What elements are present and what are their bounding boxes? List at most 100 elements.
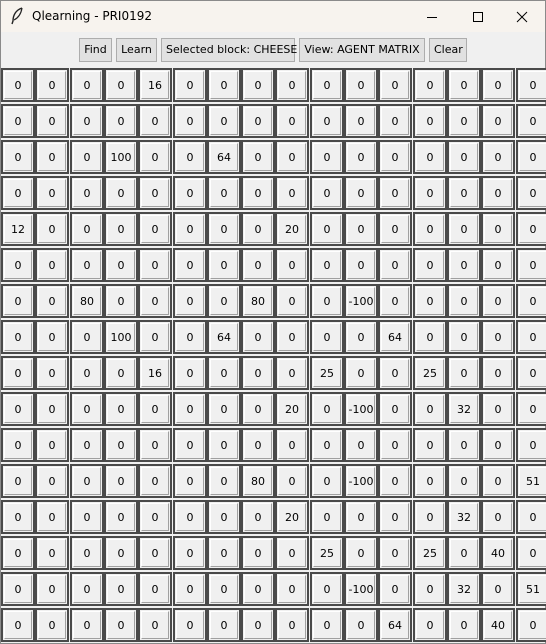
grid-cell[interactable]: 0	[207, 428, 241, 462]
grid-cell[interactable]: 51	[516, 572, 546, 606]
grid-cell[interactable]: 0	[241, 500, 275, 534]
grid-cell[interactable]: 0	[173, 104, 207, 138]
grid-cell[interactable]: 0	[1, 284, 35, 318]
grid-cell[interactable]: 0	[241, 68, 275, 102]
grid-cell[interactable]: 0	[207, 212, 241, 246]
grid-cell[interactable]: 0	[516, 140, 546, 174]
learn-button[interactable]: Learn	[116, 38, 157, 62]
grid-cell[interactable]: 0	[344, 140, 378, 174]
grid-cell[interactable]: 0	[413, 320, 447, 354]
grid-cell[interactable]: 0	[310, 248, 344, 282]
grid-cell[interactable]: 0	[1, 500, 35, 534]
grid-cell[interactable]: 0	[378, 464, 412, 498]
grid-cell[interactable]: 0	[481, 140, 515, 174]
grid-cell[interactable]: 0	[207, 464, 241, 498]
grid-cell[interactable]: 0	[516, 536, 546, 570]
grid-cell[interactable]: 0	[516, 284, 546, 318]
grid-cell[interactable]: 0	[516, 428, 546, 462]
grid-cell[interactable]: 0	[413, 140, 447, 174]
grid-cell[interactable]: 0	[275, 176, 309, 210]
grid-cell[interactable]: 0	[207, 176, 241, 210]
grid-cell[interactable]: 0	[173, 608, 207, 642]
grid-cell[interactable]: 0	[207, 284, 241, 318]
grid-cell[interactable]: 0	[413, 392, 447, 426]
grid-cell[interactable]: 0	[275, 248, 309, 282]
grid-cell[interactable]: 0	[447, 320, 481, 354]
close-button[interactable]	[499, 1, 545, 32]
grid-cell[interactable]: 0	[70, 500, 104, 534]
grid-cell[interactable]: 0	[310, 176, 344, 210]
grid-cell[interactable]: 0	[138, 140, 172, 174]
grid-cell[interactable]: 0	[207, 500, 241, 534]
grid-cell[interactable]: -100	[344, 572, 378, 606]
grid-cell[interactable]: 0	[173, 572, 207, 606]
grid-cell[interactable]: 0	[1, 608, 35, 642]
grid-cell[interactable]: 0	[310, 464, 344, 498]
grid-cell[interactable]: 0	[104, 500, 138, 534]
grid-cell[interactable]: 0	[104, 356, 138, 390]
grid-cell[interactable]: 0	[481, 500, 515, 534]
grid-cell[interactable]: 0	[516, 176, 546, 210]
grid-cell[interactable]: 0	[481, 68, 515, 102]
grid-cell[interactable]: -100	[344, 464, 378, 498]
grid-cell[interactable]: 0	[173, 248, 207, 282]
grid-cell[interactable]: 0	[1, 572, 35, 606]
grid-cell[interactable]: 0	[344, 500, 378, 534]
grid-cell[interactable]: 32	[447, 392, 481, 426]
grid-cell[interactable]: 0	[173, 464, 207, 498]
grid-cell[interactable]: 0	[35, 140, 69, 174]
view-button[interactable]: View: AGENT MATRIX	[299, 38, 425, 62]
grid-cell[interactable]: 0	[1, 104, 35, 138]
grid-cell[interactable]: 64	[207, 320, 241, 354]
grid-cell[interactable]: -100	[344, 392, 378, 426]
grid-cell[interactable]: 0	[447, 176, 481, 210]
grid-cell[interactable]: 40	[481, 608, 515, 642]
grid-cell[interactable]: 0	[516, 608, 546, 642]
grid-cell[interactable]: 0	[378, 572, 412, 606]
grid-cell[interactable]: 40	[481, 536, 515, 570]
grid-cell[interactable]: 0	[447, 536, 481, 570]
grid-cell[interactable]: 0	[173, 68, 207, 102]
grid-cell[interactable]: 0	[447, 248, 481, 282]
grid-cell[interactable]: 0	[344, 608, 378, 642]
grid-cell[interactable]: 0	[35, 320, 69, 354]
grid-cell[interactable]: 0	[516, 104, 546, 138]
grid-cell[interactable]: 0	[1, 140, 35, 174]
grid-cell[interactable]: 0	[310, 212, 344, 246]
grid-cell[interactable]: 0	[378, 284, 412, 318]
grid-cell[interactable]: 0	[413, 284, 447, 318]
grid-cell[interactable]: 0	[104, 536, 138, 570]
grid-cell[interactable]: 0	[138, 608, 172, 642]
grid-cell[interactable]: 0	[447, 104, 481, 138]
grid-cell[interactable]: 0	[70, 212, 104, 246]
grid-cell[interactable]: 0	[104, 176, 138, 210]
grid-cell[interactable]: 0	[138, 284, 172, 318]
grid-cell[interactable]: 0	[310, 392, 344, 426]
grid-cell[interactable]: 0	[310, 608, 344, 642]
grid-cell[interactable]: 0	[481, 392, 515, 426]
grid-cell[interactable]: 0	[104, 104, 138, 138]
grid-cell[interactable]: 0	[173, 500, 207, 534]
grid-cell[interactable]: 0	[207, 392, 241, 426]
grid-cell[interactable]: 0	[275, 428, 309, 462]
grid-cell[interactable]: 0	[241, 320, 275, 354]
grid-cell[interactable]: 0	[275, 104, 309, 138]
grid-cell[interactable]: 25	[413, 356, 447, 390]
grid-cell[interactable]: 0	[447, 284, 481, 318]
grid-cell[interactable]: 0	[481, 320, 515, 354]
grid-cell[interactable]: 0	[138, 500, 172, 534]
grid-cell[interactable]: -100	[344, 284, 378, 318]
grid-cell[interactable]: 0	[447, 212, 481, 246]
grid-cell[interactable]: 0	[275, 320, 309, 354]
grid-cell[interactable]: 0	[413, 464, 447, 498]
grid-cell[interactable]: 0	[275, 356, 309, 390]
grid-cell[interactable]: 0	[35, 212, 69, 246]
grid-cell[interactable]: 16	[138, 68, 172, 102]
grid-cell[interactable]: 0	[207, 536, 241, 570]
grid-cell[interactable]: 0	[344, 248, 378, 282]
grid-cell[interactable]: 32	[447, 572, 481, 606]
grid-cell[interactable]: 0	[104, 428, 138, 462]
grid-cell[interactable]: 0	[104, 248, 138, 282]
grid-cell[interactable]: 0	[138, 176, 172, 210]
grid-cell[interactable]: 0	[241, 392, 275, 426]
